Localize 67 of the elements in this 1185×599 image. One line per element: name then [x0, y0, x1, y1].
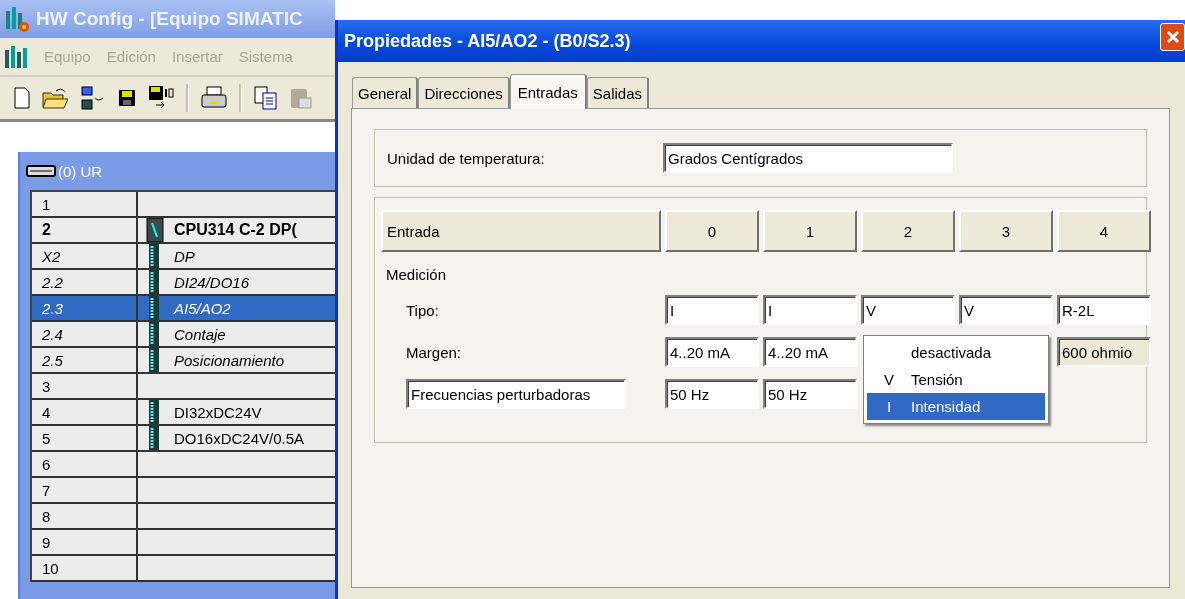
- parameter-field[interactable]: Frecuencias perturbadoras: [406, 379, 626, 409]
- slot-cell[interactable]: 8: [32, 504, 138, 530]
- module-cell[interactable]: AI5/AO2: [138, 296, 335, 322]
- slot-cell[interactable]: 2: [32, 218, 138, 244]
- tab[interactable]: Entradas: [509, 74, 587, 109]
- slot-cell[interactable]: 6: [32, 452, 138, 478]
- value-field[interactable]: 4..20 mA: [665, 337, 759, 367]
- module-name: Contaje: [174, 325, 226, 343]
- temperature-unit-field[interactable]: Grados Centígrados: [663, 143, 953, 173]
- module-name: Posicionamiento: [174, 351, 285, 369]
- copy-icon[interactable]: [254, 86, 278, 110]
- slot-cell[interactable]: X2: [32, 244, 138, 270]
- slot-cell[interactable]: 2.5: [32, 348, 138, 374]
- column-header: 1: [763, 210, 857, 252]
- slot-cell[interactable]: 3: [32, 374, 138, 400]
- module-name: DI24/DO16: [174, 273, 250, 291]
- open-folder-icon[interactable]: [42, 87, 68, 109]
- slot-cell[interactable]: 9: [32, 530, 138, 556]
- module-icon: [146, 218, 164, 242]
- column-header: 2: [861, 210, 955, 252]
- dialog-title: Propiedades - AI5/AO2 - (B0/S2.3): [343, 30, 631, 52]
- module-name: DP: [174, 247, 195, 265]
- section-label: Medición: [385, 266, 448, 283]
- module-name: DO16xDC24V/0.5A: [174, 429, 305, 447]
- rack-icon: [26, 162, 56, 180]
- slot-cell[interactable]: 10: [32, 556, 138, 582]
- module-name: CPU314 C-2 DP(: [174, 221, 297, 239]
- value-field[interactable]: I: [665, 295, 759, 325]
- column-header: 4: [1057, 210, 1151, 252]
- clipboard-icon[interactable]: [290, 86, 312, 110]
- tab[interactable]: Direcciones: [418, 77, 510, 108]
- slot-cell[interactable]: 2.4: [32, 322, 138, 348]
- app-icon: [4, 5, 30, 33]
- slot-cell[interactable]: 4: [32, 400, 138, 426]
- window-title: (0) UR: [58, 162, 103, 180]
- slot-cell[interactable]: 7: [32, 478, 138, 504]
- module-cell[interactable]: DO16xDC24V/0.5A: [138, 426, 335, 452]
- dropdown-option[interactable]: I Intensidad: [867, 393, 1045, 420]
- column-header: Entrada: [381, 210, 661, 252]
- printer-icon[interactable]: [201, 86, 227, 110]
- close-icon: [1165, 30, 1180, 44]
- tab[interactable]: General: [352, 77, 419, 108]
- slot-cell[interactable]: 2.3: [32, 296, 138, 322]
- column-header: 3: [959, 210, 1053, 252]
- new-document-icon[interactable]: [14, 87, 30, 109]
- value-field[interactable]: V: [861, 295, 955, 325]
- value-field[interactable]: 50 Hz: [665, 379, 759, 409]
- module-cell[interactable]: CPU314 C-2 DP(: [138, 218, 335, 244]
- slot-cell[interactable]: 5: [32, 426, 138, 452]
- tab[interactable]: Salidas: [586, 77, 649, 108]
- value-field[interactable]: 4..20 mA: [763, 337, 857, 367]
- parameter-label: Tipo:: [405, 301, 440, 319]
- value-field[interactable]: I: [763, 295, 857, 325]
- parameter-label: Margen:: [405, 343, 463, 361]
- column-header: 0: [665, 210, 759, 252]
- value-field[interactable]: R-2L: [1057, 295, 1151, 325]
- window-title: HW Config - [Equipo SIMATIC: [36, 8, 303, 30]
- value-field[interactable]: 50 Hz: [763, 379, 857, 409]
- slot-cell[interactable]: 1: [32, 192, 138, 218]
- value-field[interactable]: V: [959, 295, 1053, 325]
- module-cell[interactable]: Posicionamiento: [138, 348, 335, 374]
- app-icon: [4, 43, 28, 70]
- module-name: DI32xDC24V: [174, 403, 262, 421]
- close-button[interactable]: [1160, 23, 1185, 51]
- save-icon[interactable]: [118, 89, 136, 107]
- field-label: Unidad de temperatura:: [387, 149, 546, 167]
- module-name: AI5/AO2: [174, 299, 231, 317]
